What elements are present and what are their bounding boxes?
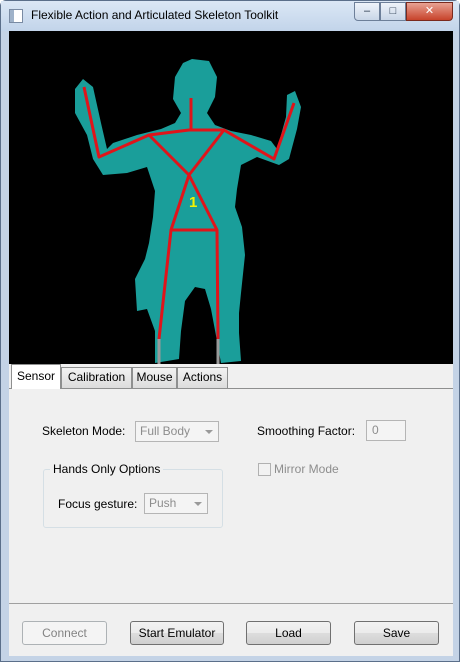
skeleton-mode-dropdown[interactable]: Full Body	[135, 421, 219, 442]
title-bar[interactable]: Flexible Action and Articulated Skeleton…	[1, 1, 459, 31]
chevron-down-icon	[194, 502, 202, 506]
window-title: Flexible Action and Articulated Skeleton…	[31, 8, 279, 22]
chevron-down-icon	[205, 430, 213, 434]
tab-actions-label: Actions	[182, 370, 223, 384]
tab-mouse[interactable]: Mouse	[132, 367, 177, 388]
tab-actions[interactable]: Actions	[177, 367, 228, 388]
tab-mouse-label: Mouse	[136, 370, 173, 384]
hands-only-options-title: Hands Only Options	[50, 462, 164, 476]
close-icon: ✕	[424, 5, 435, 17]
load-button[interactable]: Load	[246, 621, 331, 645]
start-emulator-button[interactable]: Start Emulator	[130, 621, 224, 645]
settings-panel: Sensor Calibration Mouse Actions Skeleto…	[9, 364, 453, 656]
mirror-mode-label: Mirror Mode	[274, 462, 339, 476]
tab-calibration-label: Calibration	[67, 370, 126, 384]
focus-gesture-label: Focus gesture:	[58, 497, 138, 511]
skeleton-id-label: 1	[189, 194, 197, 211]
maximize-button[interactable]: □	[380, 2, 406, 21]
tab-calibration[interactable]: Calibration	[61, 367, 132, 388]
connect-button[interactable]: Connect	[22, 621, 107, 645]
save-button[interactable]: Save	[354, 621, 439, 645]
skeleton-mode-value: Full Body	[140, 424, 191, 438]
app-icon	[9, 9, 23, 23]
tab-sensor-label: Sensor	[16, 369, 56, 383]
depth-camera-view: 1	[9, 31, 453, 364]
maximize-icon: □	[389, 5, 397, 17]
focus-gesture-value: Push	[149, 496, 177, 510]
skeleton-mode-label: Skeleton Mode:	[42, 424, 126, 438]
minimize-icon: –	[363, 5, 371, 17]
depth-image: 1	[75, 59, 301, 364]
focus-gesture-dropdown[interactable]: Push	[144, 493, 208, 514]
tab-sensor[interactable]: Sensor	[11, 364, 61, 389]
app-window: Flexible Action and Articulated Skeleton…	[0, 0, 460, 662]
footer-separator	[9, 603, 453, 604]
close-button[interactable]: ✕	[406, 2, 453, 21]
smoothing-factor-input[interactable]: 0	[366, 420, 406, 441]
minimize-button[interactable]: –	[354, 2, 380, 21]
smoothing-factor-label: Smoothing Factor:	[257, 424, 356, 438]
sensor-tab-panel: Skeleton Mode: Full Body Smoothing Facto…	[9, 388, 453, 603]
mirror-mode-checkbox[interactable]	[258, 463, 271, 476]
body-silhouette	[75, 59, 301, 363]
